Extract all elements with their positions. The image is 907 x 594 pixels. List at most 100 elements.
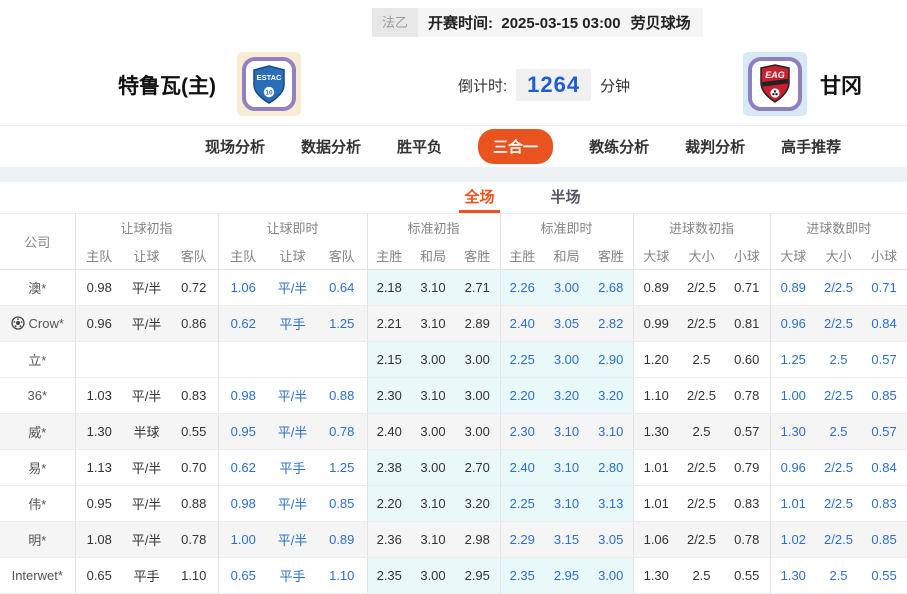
odds-cell: 0.62 — [217, 305, 268, 342]
odds-cell: 平/半 — [268, 413, 317, 450]
subtab-全场[interactable]: 全场 — [459, 186, 500, 213]
match-info-bar: 法乙 开赛时间: 2025-03-15 03:00 劳贝球场 — [372, 8, 703, 37]
odds-cell: 3.10 — [411, 305, 455, 342]
odds-cell: 2.95 — [455, 557, 500, 594]
odds-cell: 2/2.5 — [679, 521, 724, 558]
odds-cell: 平/半 — [268, 485, 317, 522]
odds-cell: 2/2.5 — [816, 269, 862, 306]
odds-cell: 2.5 — [816, 341, 862, 378]
odds-cell: 0.98 — [217, 485, 268, 522]
table-row: 立* 2.15 3.00 3.00 2.25 3.00 2.90 1.20 2.5 0.60 1.2… — [0, 341, 907, 378]
odds-cell: 3.10 — [544, 449, 589, 486]
odds-cell: 2.38 — [366, 449, 411, 486]
odds-cell: 0.78 — [724, 521, 771, 558]
odds-cell: 2.35 — [499, 557, 544, 594]
nav-tab-数据分析[interactable]: 数据分析 — [301, 136, 361, 157]
venue: 劳贝球场 — [630, 15, 691, 32]
company-cell[interactable]: Interwet* — [0, 557, 76, 594]
odds-cell: 2.21 — [366, 305, 411, 342]
home-team-name: 特鲁瓦(主) — [118, 75, 216, 98]
odds-cell — [170, 341, 218, 378]
odds-cell: 0.84 — [861, 449, 907, 486]
odds-cell: 1.06 — [632, 521, 679, 558]
table-row: 伟* 0.95 平/半 0.88 0.98 平/半 0.85 2.20 3.10 3.20 2.25… — [0, 485, 907, 522]
odds-cell: 2/2.5 — [816, 377, 862, 414]
table-row: 易* 1.13 平/半 0.70 0.62 平手 1.25 2.38 3.00 2.70 2.40 3… — [0, 449, 907, 486]
company-cell[interactable]: 伟* — [0, 485, 76, 522]
nav-tab-教练分析[interactable]: 教练分析 — [589, 136, 649, 157]
odds-cell: 平手 — [268, 557, 317, 594]
odds-cell: 3.10 — [411, 521, 455, 558]
odds-cell: 0.72 — [170, 269, 218, 306]
odds-cell: 3.00 — [455, 413, 500, 450]
column-subheader: 让球 — [123, 241, 170, 270]
column-subheader: 小球 — [861, 241, 907, 270]
odds-cell: 2.20 — [366, 485, 411, 522]
nav-tab-胜平负[interactable]: 胜平负 — [397, 136, 442, 157]
column-group-header: 进球数初指 — [632, 213, 771, 242]
nav-tab-裁判分析[interactable]: 裁判分析 — [685, 136, 745, 157]
column-subheader: 主队 — [217, 241, 268, 270]
odds-cell: 平/半 — [123, 521, 170, 558]
odds-cell: 平/半 — [268, 377, 317, 414]
odds-cell: 1.30 — [769, 557, 817, 594]
odds-cell: 3.20 — [544, 377, 589, 414]
odds-cell: 0.83 — [170, 377, 218, 414]
odds-cell: 2.5 — [679, 341, 724, 378]
table-row: 澳* 0.98 平/半 0.72 1.06 平/半 0.64 2.18 3.10 2.71 2.26… — [0, 269, 907, 306]
column-subheader: 主队 — [74, 241, 123, 270]
odds-cell: 0.70 — [170, 449, 218, 486]
company-cell[interactable]: 36* — [0, 377, 76, 414]
odds-cell: 2/2.5 — [679, 305, 724, 342]
odds-cell: 0.78 — [317, 413, 367, 450]
company-cell[interactable]: 明* — [0, 521, 76, 558]
nav-tab-高手推荐[interactable]: 高手推荐 — [781, 136, 841, 157]
odds-cell: 平/半 — [123, 377, 170, 414]
column-subheader: 大球 — [632, 241, 679, 270]
odds-cell: 0.85 — [317, 485, 367, 522]
odds-cell: 2.80 — [589, 449, 633, 486]
odds-cell: 2.15 — [366, 341, 411, 378]
odds-cell: 2.89 — [455, 305, 500, 342]
odds-cell: 3.00 — [455, 377, 500, 414]
odds-cell: 平/半 — [123, 305, 170, 342]
odds-cell: 2.95 — [544, 557, 589, 594]
nav-tab-现场分析[interactable]: 现场分析 — [205, 136, 265, 157]
column-subheader: 小球 — [724, 241, 771, 270]
column-group-header: 让球即时 — [217, 213, 367, 242]
odds-cell: 0.55 — [861, 557, 907, 594]
odds-cell: 1.25 — [317, 305, 367, 342]
column-header-company: 公司 — [0, 213, 76, 270]
odds-cell: 0.95 — [74, 485, 123, 522]
odds-cell: 0.60 — [724, 341, 771, 378]
odds-cell: 0.71 — [861, 269, 907, 306]
odds-cell: 1.30 — [632, 557, 679, 594]
nav-tab-三合一[interactable]: 三合一 — [478, 129, 554, 164]
odds-cell: 1.30 — [632, 413, 679, 450]
odds-cell: 3.05 — [589, 521, 633, 558]
company-cell[interactable]: Crow* — [0, 305, 76, 342]
odds-cell: 1.25 — [769, 341, 817, 378]
odds-cell: 2.5 — [679, 413, 724, 450]
company-cell[interactable]: 威* — [0, 413, 76, 450]
company-cell[interactable]: 澳* — [0, 269, 76, 306]
odds-cell: 2/2.5 — [816, 449, 862, 486]
subtab-半场[interactable]: 半场 — [546, 186, 586, 213]
odds-cell: 2.5 — [816, 413, 862, 450]
odds-cell — [123, 341, 170, 378]
odds-cell: 3.00 — [411, 449, 455, 486]
odds-cell: 3.10 — [411, 485, 455, 522]
odds-cell: 0.96 — [769, 449, 817, 486]
table-row: 明* 1.08 平/半 0.78 1.00 平/半 0.89 2.36 3.10 2.98 2.29… — [0, 521, 907, 558]
odds-cell: 2.5 — [679, 557, 724, 594]
column-subheader: 客队 — [170, 241, 218, 270]
company-cell[interactable]: 立* — [0, 341, 76, 378]
column-subheader: 大球 — [769, 241, 817, 270]
odds-cell: 0.85 — [861, 377, 907, 414]
home-logo-text: ESTAC — [257, 73, 282, 82]
countdown: 倒计时: 1264 分钟 — [458, 69, 630, 101]
odds-cell: 0.65 — [74, 557, 123, 594]
odds-cell: 2.26 — [499, 269, 544, 306]
company-cell[interactable]: 易* — [0, 449, 76, 486]
odds-cell: 3.10 — [411, 377, 455, 414]
